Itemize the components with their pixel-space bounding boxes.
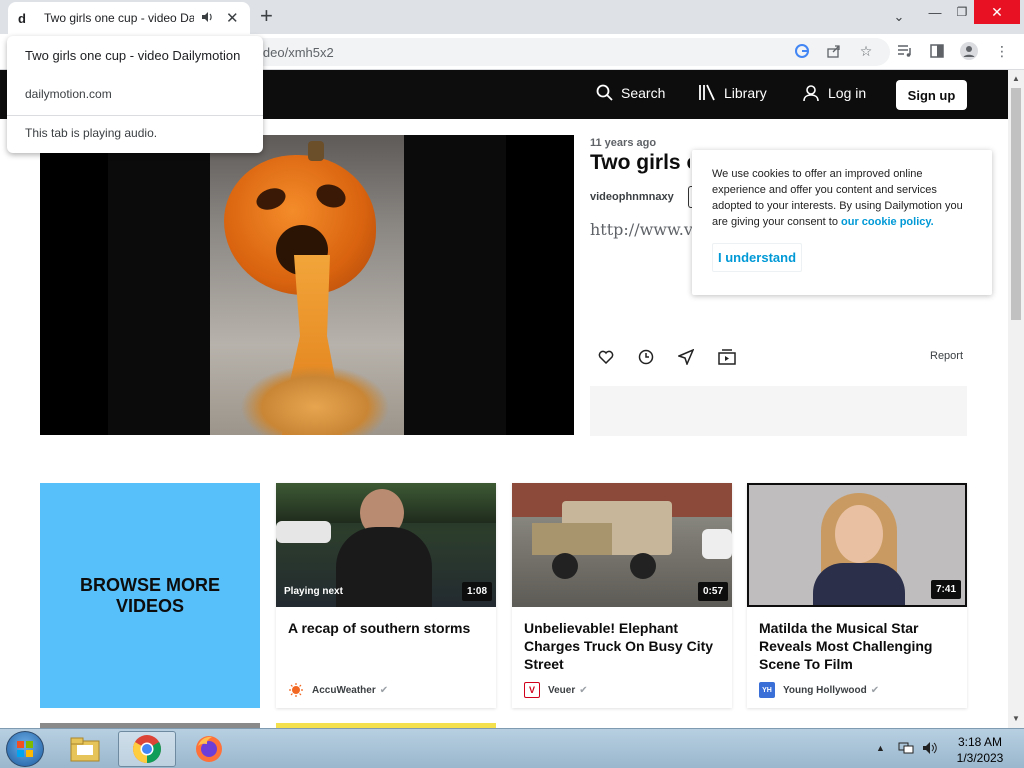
- url-text: ideo/xmh5x2: [260, 45, 334, 60]
- bookmark-star-icon[interactable]: ☆: [857, 42, 875, 60]
- video-card[interactable]: 0:57 Unbelievable! Elephant Charges Truc…: [512, 483, 732, 708]
- cookie-consent-popup: We use cookies to offer an improved onli…: [692, 150, 992, 295]
- new-tab-icon[interactable]: +: [260, 4, 273, 28]
- google-lens-icon[interactable]: [793, 42, 811, 60]
- cookie-text: We use cookies to offer an improved onli…: [712, 166, 970, 230]
- browse-more-label: BROWSE MORE VIDEOS: [79, 574, 220, 616]
- video-card-channel[interactable]: AccuWeather ✔: [288, 682, 388, 698]
- login-label: Log in: [828, 85, 867, 101]
- video-duration: 1:08: [461, 582, 492, 601]
- browser-tab[interactable]: d Two girls one cup - video Da ✕: [8, 2, 250, 34]
- page-scrollbar[interactable]: ▲ ▼: [1008, 70, 1024, 728]
- ad-placeholder: [590, 386, 967, 436]
- windows-start-button[interactable]: [6, 731, 44, 767]
- scroll-up-arrow-icon[interactable]: ▲: [1012, 74, 1020, 83]
- video-card-title[interactable]: A recap of southern storms: [288, 619, 484, 637]
- share-send-icon[interactable]: [678, 349, 718, 365]
- window-close-icon[interactable]: ✕: [974, 0, 1020, 24]
- cookie-policy-link[interactable]: our cookie policy.: [841, 216, 934, 228]
- profile-avatar-icon[interactable]: [960, 42, 978, 60]
- video-frame-image[interactable]: [210, 135, 404, 435]
- close-tab-icon[interactable]: ✕: [226, 9, 239, 27]
- add-to-playlist-icon[interactable]: [718, 349, 758, 365]
- cookie-understand-button[interactable]: I understand: [712, 243, 803, 272]
- search-nav[interactable]: Search: [596, 84, 665, 101]
- signup-button[interactable]: Sign up: [896, 80, 967, 110]
- tab-strip: d Two girls one cup - video Da ✕ + ⌄ — ❐…: [0, 0, 1024, 34]
- media-control-icon[interactable]: [896, 42, 914, 60]
- channel-name-label: AccuWeather: [312, 684, 376, 696]
- chrome-menu-icon[interactable]: ⋮: [993, 42, 1011, 60]
- system-clock[interactable]: 3:18 AM 1/3/2023: [952, 734, 1008, 766]
- scroll-down-arrow-icon[interactable]: ▼: [1012, 714, 1020, 723]
- speaker-icon[interactable]: [202, 11, 214, 25]
- library-icon: [699, 84, 715, 101]
- report-link[interactable]: Report: [930, 350, 963, 362]
- channel-name[interactable]: videophnmnaxy: [590, 191, 674, 203]
- network-icon[interactable]: [898, 741, 914, 758]
- video-age: 11 years ago: [590, 137, 657, 149]
- hover-card-title: Two girls one cup - video Dailymotion: [25, 48, 241, 63]
- tab-search-chevron-icon[interactable]: ⌄: [886, 5, 912, 29]
- like-heart-icon[interactable]: [598, 349, 638, 365]
- watch-later-clock-icon[interactable]: [638, 349, 678, 365]
- show-hidden-icons-icon[interactable]: ▲: [876, 743, 885, 753]
- video-thumbnail[interactable]: Playing next 1:08: [276, 483, 496, 607]
- video-card-title[interactable]: Unbelievable! Elephant Charges Truck On …: [524, 619, 720, 673]
- login-nav[interactable]: Log in: [802, 84, 866, 102]
- library-nav[interactable]: Library: [698, 84, 767, 101]
- browse-more-videos-tile[interactable]: BROWSE MORE VIDEOS: [40, 483, 260, 708]
- windows-taskbar: ▲ 3:18 AM 1/3/2023: [0, 728, 1024, 768]
- scrollbar-thumb[interactable]: [1011, 88, 1021, 320]
- tab-title: Two girls one cup - video Da: [44, 11, 194, 25]
- search-label: Search: [621, 84, 666, 101]
- restore-icon[interactable]: ❐: [950, 0, 974, 24]
- video-card[interactable]: 7:41 Matilda the Musical Star Reveals Mo…: [747, 483, 967, 708]
- hover-card-domain: dailymotion.com: [25, 87, 112, 101]
- screen: d Two girls one cup - video Da ✕ + ⌄ — ❐…: [0, 0, 1024, 768]
- chrome-taskbar-icon[interactable]: [118, 731, 176, 767]
- video-thumbnail[interactable]: 0:57: [512, 483, 732, 607]
- young-hollywood-logo-icon: YH: [759, 682, 775, 698]
- search-icon: [596, 84, 613, 101]
- verified-icon: ✔: [579, 684, 588, 696]
- channel-name-label: Veuer: [548, 684, 576, 696]
- side-panel-icon[interactable]: [928, 42, 946, 60]
- playing-next-badge: Playing next: [284, 586, 343, 597]
- minimize-icon[interactable]: —: [920, 0, 950, 24]
- video-title: Two girls o: [590, 151, 690, 174]
- share-icon[interactable]: [825, 42, 843, 60]
- firefox-taskbar-icon[interactable]: [180, 731, 238, 767]
- verified-icon: ✔: [379, 684, 389, 696]
- hover-card-audio-note: This tab is playing audio.: [25, 126, 158, 140]
- address-bar[interactable]: ideo/xmh5x2: [200, 38, 890, 66]
- video-actions: [598, 349, 758, 365]
- user-icon: [803, 85, 819, 102]
- veuer-logo-icon: V: [524, 682, 540, 698]
- video-duration: 0:57: [697, 582, 728, 601]
- channel-name-label: Young Hollywood: [783, 684, 867, 696]
- verified-icon: ✔: [870, 684, 880, 696]
- dailymotion-favicon-icon: d: [18, 10, 26, 26]
- video-duration: 7:41: [930, 580, 961, 599]
- clock-date: 1/3/2023: [956, 751, 1004, 765]
- volume-icon[interactable]: [922, 741, 938, 758]
- tab-hover-card: Two girls one cup - video Dailymotion da…: [7, 36, 263, 153]
- library-label: Library: [724, 84, 767, 101]
- video-description[interactable]: http://www.vid: [590, 220, 692, 239]
- video-card[interactable]: Playing next 1:08 A recap of southern st…: [276, 483, 496, 708]
- video-card-title[interactable]: Matilda the Musical Star Reveals Most Ch…: [759, 619, 955, 673]
- file-explorer-icon[interactable]: [56, 731, 114, 767]
- clock-time: 3:18 AM: [957, 735, 1003, 749]
- video-card-channel[interactable]: V Veuer ✔: [524, 682, 588, 698]
- video-card-channel[interactable]: YH Young Hollywood ✔: [759, 682, 879, 698]
- accuweather-logo-icon: [288, 682, 304, 698]
- video-thumbnail[interactable]: 7:41: [747, 483, 967, 607]
